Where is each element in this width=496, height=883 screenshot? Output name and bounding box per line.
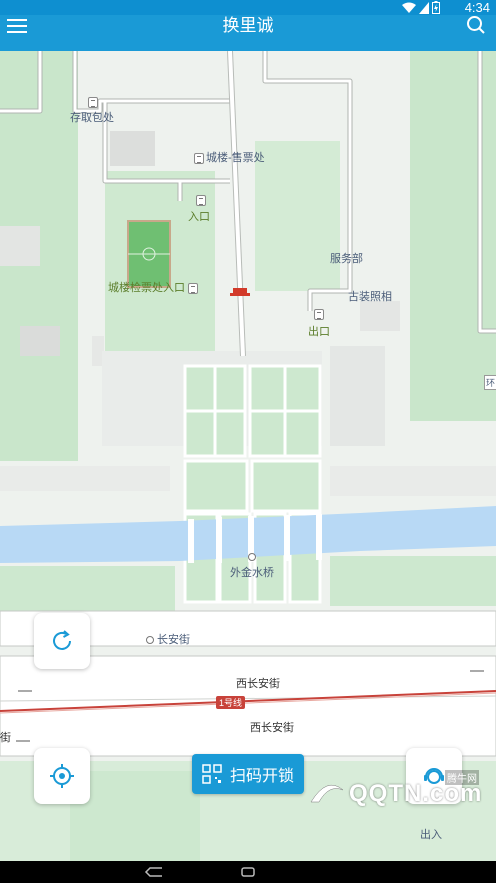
refresh-button[interactable] — [34, 613, 90, 669]
home-icon[interactable] — [233, 864, 263, 880]
status-icons — [402, 1, 440, 14]
status-bar: 4:34 — [0, 0, 496, 15]
label-ticket-check-row[interactable]: 城楼检票处入口 — [108, 279, 200, 295]
map-view[interactable]: 存取包处 城楼-售票处 入口 服务部 古装照相 出口 城楼检票处入口 外金水桥 … — [0, 51, 496, 861]
poi-icon — [188, 282, 198, 294]
watermark-logo — [310, 784, 344, 803]
poi-icon — [248, 551, 259, 563]
label-ticket-check: 城楼检票处入口 — [108, 282, 185, 294]
map-canvas[interactable] — [0, 51, 496, 861]
label-ticket-office-row[interactable]: 城楼-售票处 — [194, 149, 265, 165]
label-edge-left: 街 — [0, 732, 11, 744]
refresh-icon — [53, 630, 71, 650]
poi-icon — [196, 194, 208, 206]
label-changan-row[interactable]: 长安街 — [146, 631, 190, 647]
locate-button[interactable] — [34, 748, 90, 804]
label-changan-st: 长安街 — [157, 634, 190, 646]
search-button[interactable] — [466, 15, 490, 37]
poi-icon — [194, 152, 204, 164]
watermark: QQTN.com 腾牛网 — [305, 770, 495, 808]
locate-icon — [50, 764, 74, 788]
label-ticket-office: 城楼-售票处 — [206, 152, 265, 164]
watermark-sub: 腾牛网 — [445, 770, 479, 785]
poi-icon — [314, 308, 326, 320]
search-icon — [467, 16, 485, 34]
scan-unlock-label: 扫码开锁 — [229, 768, 294, 785]
label-line1: 1号线 — [216, 696, 246, 709]
label-edge-right: 环 — [484, 375, 496, 390]
app-title: 换里诚 — [222, 16, 274, 35]
label-west-changan-lower: 西长安街 — [250, 722, 294, 734]
poi-icon — [88, 96, 100, 108]
label-exit[interactable]: 出口 — [308, 323, 330, 339]
label-photo[interactable]: 古装照相 — [348, 288, 392, 304]
label-bridge[interactable]: 外金水桥 — [230, 564, 274, 580]
label-service[interactable]: 服务部 — [330, 250, 363, 266]
label-entrance[interactable]: 入口 — [188, 208, 210, 224]
system-nav-bar — [0, 861, 496, 883]
changan-street-lower — [0, 655, 496, 757]
status-time: 4:34 — [464, 0, 490, 15]
green-area-right — [410, 51, 496, 421]
qr-scan-icon — [202, 764, 222, 784]
signal-icon — [419, 1, 429, 14]
label-west-changan-upper: 西长安街 — [236, 678, 280, 690]
label-baggage[interactable]: 存取包处 — [70, 109, 114, 125]
battery-icon — [432, 1, 440, 14]
scan-unlock-button[interactable]: 扫码开锁 — [192, 754, 304, 794]
label-bottom-right: 出入 — [420, 829, 442, 841]
poi-icon — [146, 636, 154, 645]
back-icon[interactable] — [140, 864, 170, 880]
wifi-icon — [402, 2, 416, 13]
app-bar: 换里诚 — [0, 15, 496, 51]
